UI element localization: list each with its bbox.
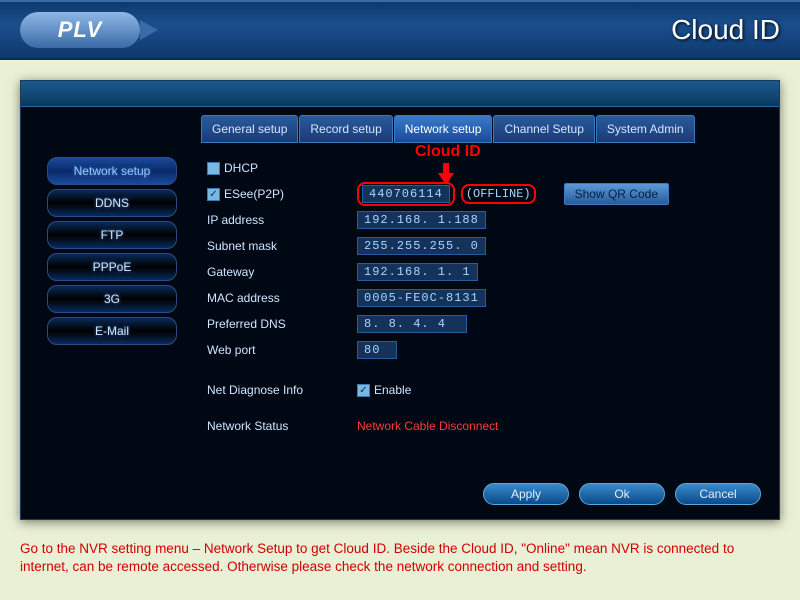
content-area: Network setup DDNS FTP PPPoE 3G E-Mail C… bbox=[21, 149, 779, 479]
dns-label: Preferred DNS bbox=[207, 317, 357, 331]
diag-label: Net Diagnose Info bbox=[207, 383, 357, 397]
sidebar-item-ftp[interactable]: FTP bbox=[47, 221, 177, 249]
settings-window: General setup Record setup Network setup… bbox=[20, 80, 780, 520]
main-tabs: General setup Record setup Network setup… bbox=[201, 115, 779, 143]
diag-checkbox[interactable]: ✓ bbox=[357, 384, 370, 397]
dns-field[interactable]: 8. 8. 4. 4 bbox=[357, 315, 467, 333]
window-titlebar bbox=[21, 81, 779, 107]
tab-channel-setup[interactable]: Channel Setup bbox=[493, 115, 594, 143]
tab-system-admin[interactable]: System Admin bbox=[596, 115, 695, 143]
page-header: PLV Cloud ID bbox=[0, 0, 800, 60]
row-diagnose: Net Diagnose Info ✓ Enable bbox=[207, 377, 769, 403]
sidebar-item-3g[interactable]: 3G bbox=[47, 285, 177, 313]
apply-button[interactable]: Apply bbox=[483, 483, 569, 505]
mask-label: Subnet mask bbox=[207, 239, 357, 253]
cloud-status-value: (OFFLINE) bbox=[466, 187, 531, 201]
diag-enable-label: Enable bbox=[374, 383, 411, 397]
esee-label: ESee(P2P) bbox=[224, 187, 284, 201]
row-mask: Subnet mask 255.255.255. 0 bbox=[207, 233, 769, 259]
row-gateway: Gateway 192.168. 1. 1 bbox=[207, 259, 769, 285]
port-label: Web port bbox=[207, 343, 357, 357]
instruction-caption: Go to the NVR setting menu – Network Set… bbox=[20, 540, 780, 576]
sidebar-item-email[interactable]: E-Mail bbox=[47, 317, 177, 345]
network-form: Cloud ID DHCP ✓ ESee(P2P) 440706114 bbox=[177, 149, 779, 479]
row-ip: IP address 192.168. 1.188 bbox=[207, 207, 769, 233]
page-title: Cloud ID bbox=[671, 14, 780, 46]
brand-badge: PLV bbox=[20, 12, 140, 48]
dhcp-label: DHCP bbox=[224, 161, 258, 175]
sidebar-item-network-setup[interactable]: Network setup bbox=[47, 157, 177, 185]
row-dns: Preferred DNS 8. 8. 4. 4 bbox=[207, 311, 769, 337]
row-status: Network Status Network Cable Disconnect bbox=[207, 413, 769, 439]
sidebar: Network setup DDNS FTP PPPoE 3G E-Mail bbox=[47, 149, 177, 479]
ip-label: IP address bbox=[207, 213, 357, 227]
arrow-down-icon bbox=[437, 163, 455, 191]
mac-field: 0005-FE0C-8131 bbox=[357, 289, 486, 307]
row-dhcp: DHCP bbox=[207, 155, 769, 181]
sidebar-item-pppoe[interactable]: PPPoE bbox=[47, 253, 177, 281]
brand-logo: PLV bbox=[20, 12, 140, 48]
tab-record-setup[interactable]: Record setup bbox=[299, 115, 392, 143]
cancel-button[interactable]: Cancel bbox=[675, 483, 761, 505]
dhcp-checkbox[interactable] bbox=[207, 162, 220, 175]
status-label: Network Status bbox=[207, 419, 357, 433]
mask-field[interactable]: 255.255.255. 0 bbox=[357, 237, 486, 255]
port-field[interactable]: 80 bbox=[357, 341, 397, 359]
cloud-status-highlight: (OFFLINE) bbox=[461, 184, 536, 204]
gw-label: Gateway bbox=[207, 265, 357, 279]
row-port: Web port 80 bbox=[207, 337, 769, 363]
cloud-id-annotation: Cloud ID bbox=[415, 143, 481, 161]
brand-text: PLV bbox=[58, 17, 103, 43]
dialog-buttons: Apply Ok Cancel bbox=[483, 483, 761, 505]
show-qr-button[interactable]: Show QR Code bbox=[564, 183, 669, 205]
esee-checkbox[interactable]: ✓ bbox=[207, 188, 220, 201]
ip-field[interactable]: 192.168. 1.188 bbox=[357, 211, 486, 229]
mac-label: MAC address bbox=[207, 291, 357, 305]
row-mac: MAC address 0005-FE0C-8131 bbox=[207, 285, 769, 311]
tab-general-setup[interactable]: General setup bbox=[201, 115, 298, 143]
ok-button[interactable]: Ok bbox=[579, 483, 665, 505]
status-value: Network Cable Disconnect bbox=[357, 419, 498, 433]
gw-field[interactable]: 192.168. 1. 1 bbox=[357, 263, 478, 281]
tab-network-setup[interactable]: Network setup bbox=[394, 115, 493, 143]
row-esee: ✓ ESee(P2P) 440706114 (OFFLINE) Show QR … bbox=[207, 181, 769, 207]
sidebar-item-ddns[interactable]: DDNS bbox=[47, 189, 177, 217]
